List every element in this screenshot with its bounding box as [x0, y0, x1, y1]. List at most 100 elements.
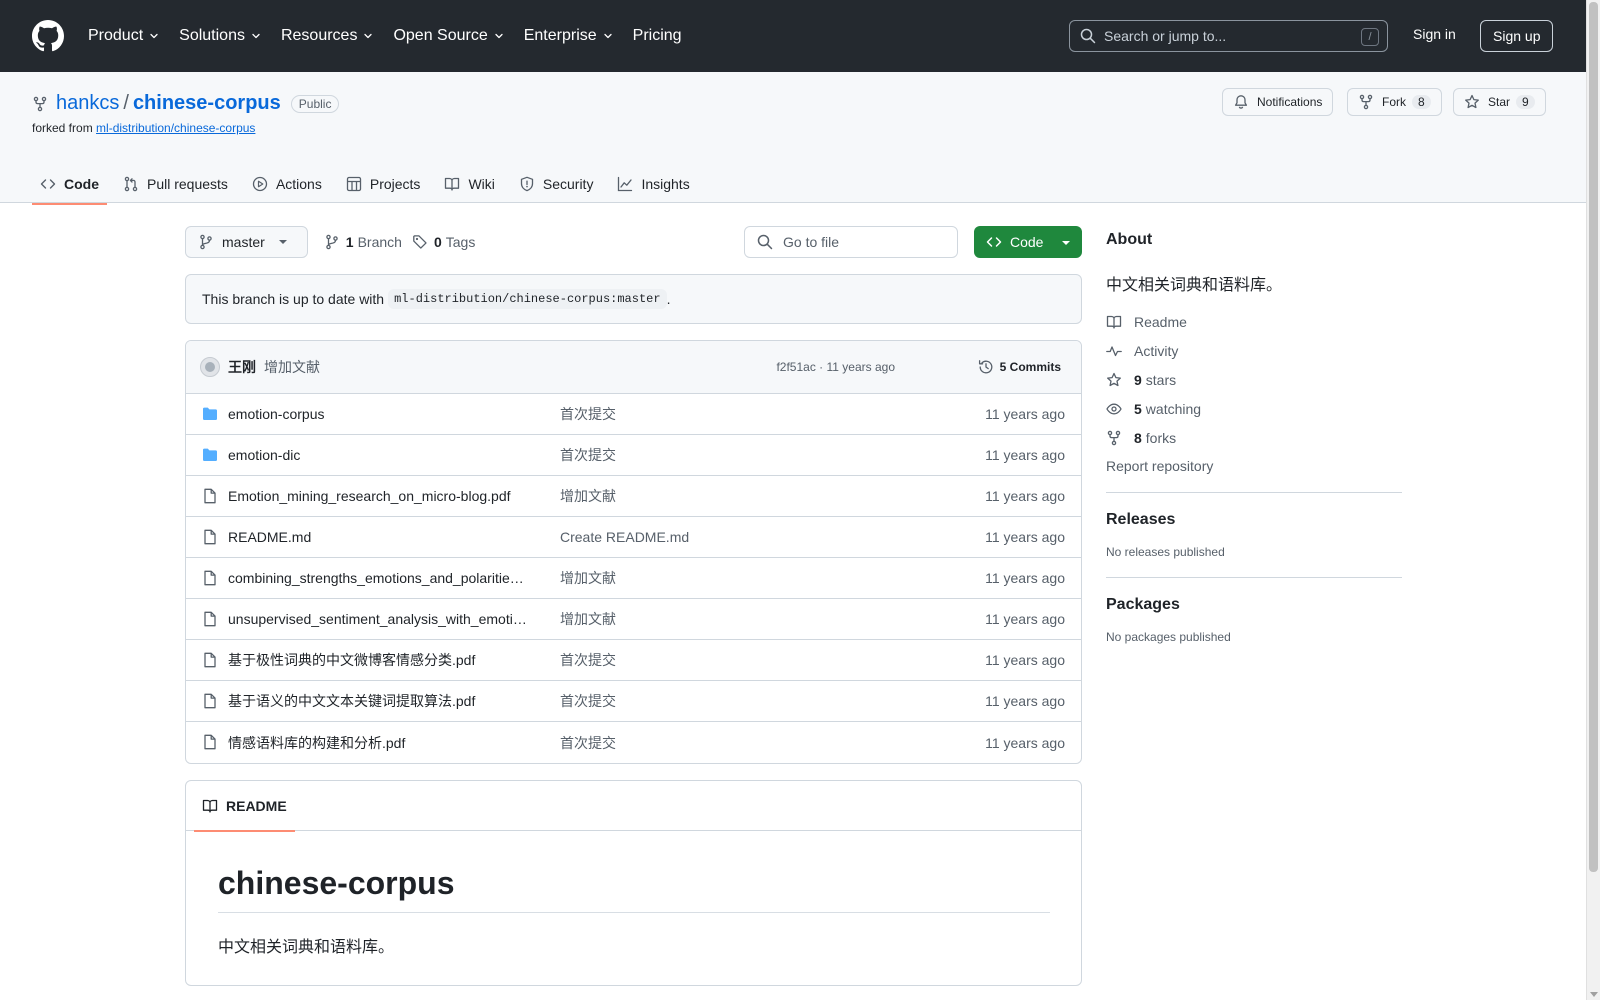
readme-panel: README chinese-corpus 中文相关词典和语料库。 — [185, 780, 1082, 986]
search-icon — [757, 234, 773, 250]
file-commit-message[interactable]: 增加文献 — [560, 609, 616, 629]
folder-icon — [202, 447, 218, 463]
notifications-label: Notifications — [1257, 95, 1323, 109]
table-row: combining_strengths_emotions_and_polarit… — [186, 558, 1081, 599]
tab-pull-requests[interactable]: Pull requests — [115, 164, 236, 204]
fork-icon — [1359, 94, 1373, 110]
nav-open-source[interactable]: Open Source — [393, 27, 503, 45]
file-name-link[interactable]: Emotion_mining_research_on_micro-blog.pd… — [228, 488, 528, 504]
code-dropdown-button[interactable]: Code — [974, 226, 1082, 258]
caret-down-icon — [278, 240, 287, 244]
file-commit-message[interactable]: 首次提交 — [560, 733, 616, 753]
page-scrollbar[interactable] — [1586, 0, 1600, 1000]
tab-label: Insights — [641, 176, 690, 192]
tab-wiki[interactable]: Wiki — [436, 164, 502, 204]
star-button[interactable]: Star 9 — [1453, 88, 1546, 116]
readme-link[interactable]: Readme — [1106, 313, 1402, 330]
main-content: master 1 Branch 0 Tags Go to file Code T… — [185, 226, 1082, 986]
tab-code[interactable]: Code — [32, 164, 107, 205]
commit-author[interactable]: 王刚 — [228, 357, 256, 377]
nav-solutions[interactable]: Solutions — [179, 27, 261, 45]
search-box[interactable]: Search or jump to... / — [1069, 20, 1388, 52]
file-name-link[interactable]: emotion-dic — [228, 447, 528, 463]
sign-up-button[interactable]: Sign up — [1480, 20, 1554, 52]
table-row: 情感语料库的构建和分析.pdf 首次提交 11 years ago — [186, 722, 1081, 763]
github-logo-icon[interactable] — [32, 20, 64, 52]
nav-item-label: Enterprise — [523, 27, 597, 44]
file-commit-message[interactable]: 增加文献 — [560, 568, 616, 588]
nav-pricing[interactable]: Pricing — [633, 27, 682, 45]
packages-heading[interactable]: Packages — [1106, 596, 1402, 614]
graph-icon — [617, 176, 641, 192]
file-name-link[interactable]: README.md — [228, 529, 528, 545]
book-icon — [1106, 315, 1122, 329]
table-row: emotion-corpus 首次提交 11 years ago — [186, 394, 1081, 435]
go-to-file-input[interactable]: Go to file — [744, 226, 958, 258]
file-name-link[interactable]: 基于极性词典的中文微博客情感分类.pdf — [228, 650, 528, 670]
fork-label: Fork — [1382, 95, 1406, 109]
branches-link[interactable]: 1 Branch — [324, 234, 402, 250]
releases-heading[interactable]: Releases — [1106, 511, 1402, 529]
file-name-link[interactable]: 基于语义的中文文本关键词提取算法.pdf — [228, 691, 528, 711]
repo-owner-link[interactable]: hankcs — [56, 92, 119, 115]
nav-product[interactable]: Product — [88, 27, 159, 45]
table-row: emotion-dic 首次提交 11 years ago — [186, 435, 1081, 476]
nav-enterprise[interactable]: Enterprise — [524, 27, 613, 45]
file-name-link[interactable]: 情感语料库的构建和分析.pdf — [228, 733, 528, 753]
file-commit-message[interactable]: 首次提交 — [560, 691, 616, 711]
file-commit-message[interactable]: Create README.md — [560, 529, 689, 545]
sign-in-link[interactable]: Sign in — [1413, 26, 1456, 42]
eye-icon — [1106, 403, 1122, 414]
commits-history-link[interactable]: 5 Commits — [978, 359, 1061, 375]
shield-icon — [519, 176, 543, 192]
commit-message[interactable]: 增加文献 — [264, 357, 320, 377]
branch-status-end: . — [666, 291, 671, 307]
file-name-link[interactable]: unsupervised_sentiment_analysis_with_emo… — [228, 611, 528, 627]
activity-link[interactable]: Activity — [1106, 342, 1402, 359]
scroll-down-arrow-icon[interactable] — [1590, 992, 1598, 997]
nav-resources[interactable]: Resources — [281, 27, 373, 45]
tags-link[interactable]: 0 Tags — [412, 234, 475, 250]
branch-status-text: This branch is up to date with — [202, 291, 385, 307]
stars-link[interactable]: 9 stars — [1106, 371, 1402, 388]
search-icon — [1080, 28, 1096, 44]
global-nav: Product Solutions Resources Open Source Ente… — [88, 27, 702, 45]
forks-link[interactable]: 8 forks — [1106, 429, 1402, 446]
commit-meta[interactable]: f2f51ac · 11 years ago — [776, 360, 895, 374]
forked-from-link[interactable]: ml-distribution/chinese-corpus — [96, 121, 255, 135]
search-shortcut-key: / — [1361, 28, 1379, 46]
watchers-link[interactable]: 5 watching — [1106, 400, 1402, 417]
tab-projects[interactable]: Projects — [338, 164, 429, 204]
tab-insights[interactable]: Insights — [609, 164, 697, 204]
forks-label: forks — [1145, 429, 1177, 446]
file-icon — [202, 488, 218, 504]
table-row: Emotion_mining_research_on_micro-blog.pd… — [186, 476, 1081, 517]
tab-security[interactable]: Security — [511, 164, 602, 204]
branch-select-button[interactable]: master — [185, 226, 308, 258]
repo-name-link[interactable]: chinese-corpus — [133, 92, 281, 115]
about-description: 中文相关词典和语料库。 — [1106, 277, 1283, 294]
visibility-badge: Public — [290, 94, 340, 113]
fork-button[interactable]: Fork 8 — [1347, 88, 1442, 116]
table-row: README.md Create README.md 11 years ago — [186, 517, 1081, 558]
report-repository-link[interactable]: Report repository — [1106, 458, 1402, 474]
notifications-button[interactable]: Notifications — [1222, 88, 1334, 116]
file-age: 11 years ago — [985, 447, 1065, 463]
star-label: Star — [1488, 95, 1511, 109]
tab-label: Security — [542, 176, 594, 192]
about-heading: About — [1106, 231, 1153, 248]
file-commit-message[interactable]: 首次提交 — [560, 445, 616, 465]
file-commit-message[interactable]: 首次提交 — [560, 650, 616, 670]
file-name-link[interactable]: emotion-corpus — [228, 406, 528, 422]
star-count: 9 — [1516, 95, 1535, 109]
scrollbar-thumb[interactable] — [1589, 2, 1598, 872]
file-commit-message[interactable]: 增加文献 — [560, 486, 616, 506]
tab-actions[interactable]: Actions — [244, 164, 330, 204]
tab-label: Pull requests — [147, 176, 228, 192]
file-commit-message[interactable]: 首次提交 — [560, 404, 616, 424]
file-icon — [202, 734, 218, 750]
avatar[interactable] — [200, 357, 220, 377]
readme-tab[interactable]: README — [194, 781, 295, 832]
branch-icon — [326, 234, 338, 250]
file-name-link[interactable]: combining_strengths_emotions_and_polarit… — [228, 570, 528, 586]
